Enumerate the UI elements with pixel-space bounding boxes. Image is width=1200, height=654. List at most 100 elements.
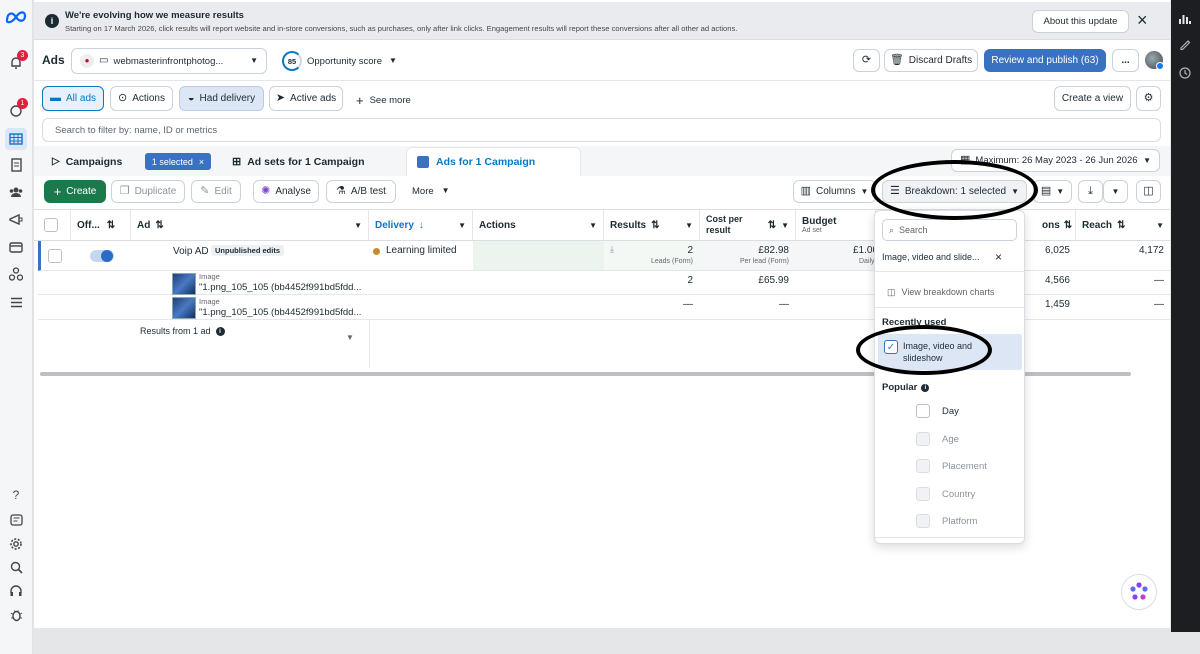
pages-icon[interactable] bbox=[5, 154, 27, 176]
filter-search-input[interactable]: Search to filter by: name, ID or metrics bbox=[42, 118, 1161, 142]
cost-column-menu-icon[interactable]: ▼ bbox=[781, 221, 789, 230]
header-cost-per-result[interactable]: Cost per result ⇅ ▼ bbox=[700, 210, 796, 240]
search-icon[interactable] bbox=[5, 556, 27, 578]
option-checkbox[interactable] bbox=[916, 432, 930, 446]
active-ads-button[interactable]: ➤ Active ads bbox=[269, 86, 343, 111]
header-off[interactable]: Off... ⇅ bbox=[71, 210, 131, 240]
avatar[interactable] bbox=[1145, 51, 1164, 70]
menu-icon[interactable] bbox=[5, 291, 27, 313]
account-selector[interactable]: ● ▭ webmasterinfrontphotog... ▼ bbox=[71, 48, 267, 74]
header-actions[interactable]: Actions ▼ bbox=[473, 210, 604, 240]
reach-column-menu-icon[interactable]: ▼ bbox=[1156, 221, 1164, 230]
ad-toggle[interactable] bbox=[90, 250, 114, 262]
more-actions-button[interactable]: More ▼ bbox=[412, 186, 450, 197]
option-checkbox[interactable] bbox=[916, 459, 930, 473]
opportunity-score-ring[interactable]: 85 bbox=[282, 51, 302, 71]
actions-filter-button[interactable]: ⊙ Actions bbox=[110, 86, 173, 111]
history-clock-icon[interactable] bbox=[1179, 67, 1191, 79]
ad-sort-icon[interactable]: ⇅ bbox=[155, 220, 163, 231]
had-delivery-button[interactable]: ◒ Had delivery bbox=[179, 86, 264, 111]
pencil-icon[interactable] bbox=[1179, 38, 1191, 50]
ai-assistant-button[interactable] bbox=[1121, 574, 1157, 610]
info-circle-icon[interactable]: i bbox=[215, 326, 225, 336]
selected-chip[interactable]: 1 selected × bbox=[145, 153, 211, 170]
meta-logo-icon[interactable] bbox=[5, 6, 27, 28]
reports-button[interactable]: ▤ ▼ bbox=[1033, 180, 1072, 203]
option-checkbox[interactable] bbox=[916, 404, 930, 418]
delivery-column-menu-icon[interactable]: ▼ bbox=[458, 221, 466, 230]
ad-column-menu-icon[interactable]: ▼ bbox=[354, 221, 362, 230]
header-delivery[interactable]: Delivery ↓ ▼ bbox=[369, 210, 473, 240]
create-view-button[interactable]: Create a view bbox=[1054, 86, 1131, 111]
view-settings-button[interactable]: ⚙ bbox=[1136, 86, 1161, 111]
notifications-icon[interactable]: 3 bbox=[5, 50, 28, 74]
opportunity-chevron-down-icon[interactable]: ▼ bbox=[389, 56, 397, 65]
help-icon[interactable]: ? bbox=[5, 484, 27, 506]
billing-icon[interactable] bbox=[5, 236, 27, 258]
breakdown-option-age[interactable]: Age bbox=[916, 432, 959, 446]
row-checkbox[interactable] bbox=[48, 249, 62, 263]
cost-sort-icon[interactable]: ⇅ bbox=[768, 220, 776, 231]
opportunity-score-label[interactable]: Opportunity score bbox=[307, 56, 382, 67]
breakdown-search-input[interactable]: ⌕ Search bbox=[882, 219, 1017, 241]
campaign-planner-icon[interactable] bbox=[5, 208, 27, 230]
see-more-button[interactable]: + See more bbox=[356, 93, 411, 108]
news-icon[interactable] bbox=[5, 509, 27, 531]
close-banner-icon[interactable]: × bbox=[1137, 11, 1148, 29]
select-all-checkbox[interactable] bbox=[44, 218, 58, 232]
option-checkbox[interactable] bbox=[916, 514, 930, 528]
about-update-button[interactable]: About this update bbox=[1032, 10, 1129, 33]
chart-toggle-button[interactable]: ◫ bbox=[1136, 180, 1161, 203]
tab-ads[interactable]: Ads for 1 Campaign bbox=[406, 147, 581, 176]
remove-breakdown-icon[interactable]: × bbox=[995, 250, 1002, 264]
ad-name[interactable]: Voip AD bbox=[173, 246, 209, 257]
sub-row-name[interactable]: "1.png_105_105 (bb4452f991bd5fdd... bbox=[199, 307, 361, 318]
header-impressions[interactable]: ons ⇅ bbox=[1036, 210, 1076, 240]
sort-icon[interactable]: ⇅ bbox=[107, 220, 115, 231]
edit-button[interactable]: ✎ Edit bbox=[191, 180, 241, 203]
export-button[interactable]: ⤓ bbox=[1078, 180, 1103, 203]
analyse-button[interactable]: ✺ Analyse bbox=[253, 180, 319, 203]
breakdown-option-placement[interactable]: Placement bbox=[916, 459, 987, 473]
tab-campaigns[interactable]: ▷ Campaigns bbox=[52, 156, 122, 168]
export-dropdown-button[interactable]: ▼ bbox=[1103, 180, 1128, 203]
breakdown-option-day[interactable]: Day bbox=[916, 404, 959, 418]
sub-row-name[interactable]: "1.png_105_105 (bb4452f991bd5fdd... bbox=[199, 282, 361, 293]
business-settings-icon[interactable] bbox=[5, 263, 27, 285]
breakdown-option-platform[interactable]: Platform bbox=[916, 514, 977, 528]
header-budget[interactable]: Budget Ad set bbox=[796, 210, 876, 240]
ab-test-button[interactable]: ⚗ A/B test bbox=[326, 180, 396, 203]
actions-cell[interactable] bbox=[473, 241, 604, 270]
view-breakdown-charts[interactable]: ◫ View breakdown charts bbox=[887, 287, 994, 297]
ads-manager-icon[interactable]: 1 bbox=[5, 98, 28, 122]
discard-drafts-button[interactable]: 🗑 Discard Drafts bbox=[884, 49, 978, 72]
support-headset-icon[interactable] bbox=[5, 580, 27, 602]
more-options-button[interactable]: ... bbox=[1112, 49, 1139, 72]
review-publish-button[interactable]: Review and publish (63) bbox=[984, 49, 1106, 72]
clear-selection-icon[interactable]: × bbox=[199, 157, 204, 167]
table-icon[interactable] bbox=[5, 128, 27, 150]
create-button[interactable]: + Create bbox=[44, 180, 106, 203]
popular-info-icon[interactable]: i bbox=[921, 383, 930, 392]
impressions-sort-icon[interactable]: ⇅ bbox=[1064, 220, 1072, 231]
header-reach[interactable]: Reach ⇅ ▼ bbox=[1076, 210, 1170, 240]
results-sort-icon[interactable]: ⇅ bbox=[651, 220, 659, 231]
results-column-menu-icon[interactable]: ▼ bbox=[685, 221, 693, 230]
tab-adsets[interactable]: ⊞ Ad sets for 1 Campaign bbox=[232, 156, 365, 168]
actions-column-menu-icon[interactable]: ▼ bbox=[589, 221, 597, 230]
footer-chevron-down-icon[interactable]: ▼ bbox=[346, 333, 354, 342]
refresh-button[interactable]: ⟳ bbox=[853, 49, 880, 72]
audiences-icon[interactable] bbox=[5, 181, 27, 203]
header-results[interactable]: Results ⇅ ▼ bbox=[604, 210, 700, 240]
chart-icon[interactable] bbox=[1179, 13, 1191, 25]
sort-desc-icon[interactable]: ↓ bbox=[419, 220, 424, 231]
columns-button[interactable]: ▥ Columns ▼ bbox=[793, 180, 876, 203]
header-ad[interactable]: Ad ⇅ ▼ bbox=[131, 210, 369, 240]
settings-gear-icon[interactable] bbox=[5, 533, 27, 555]
bug-report-icon[interactable] bbox=[5, 604, 27, 626]
option-checkbox[interactable] bbox=[916, 487, 930, 501]
reach-sort-icon[interactable]: ⇅ bbox=[1117, 220, 1125, 231]
breakdown-option-country[interactable]: Country bbox=[916, 487, 975, 501]
duplicate-button[interactable]: ❐ Duplicate bbox=[111, 180, 185, 203]
all-ads-button[interactable]: ▬ All ads bbox=[42, 86, 104, 111]
